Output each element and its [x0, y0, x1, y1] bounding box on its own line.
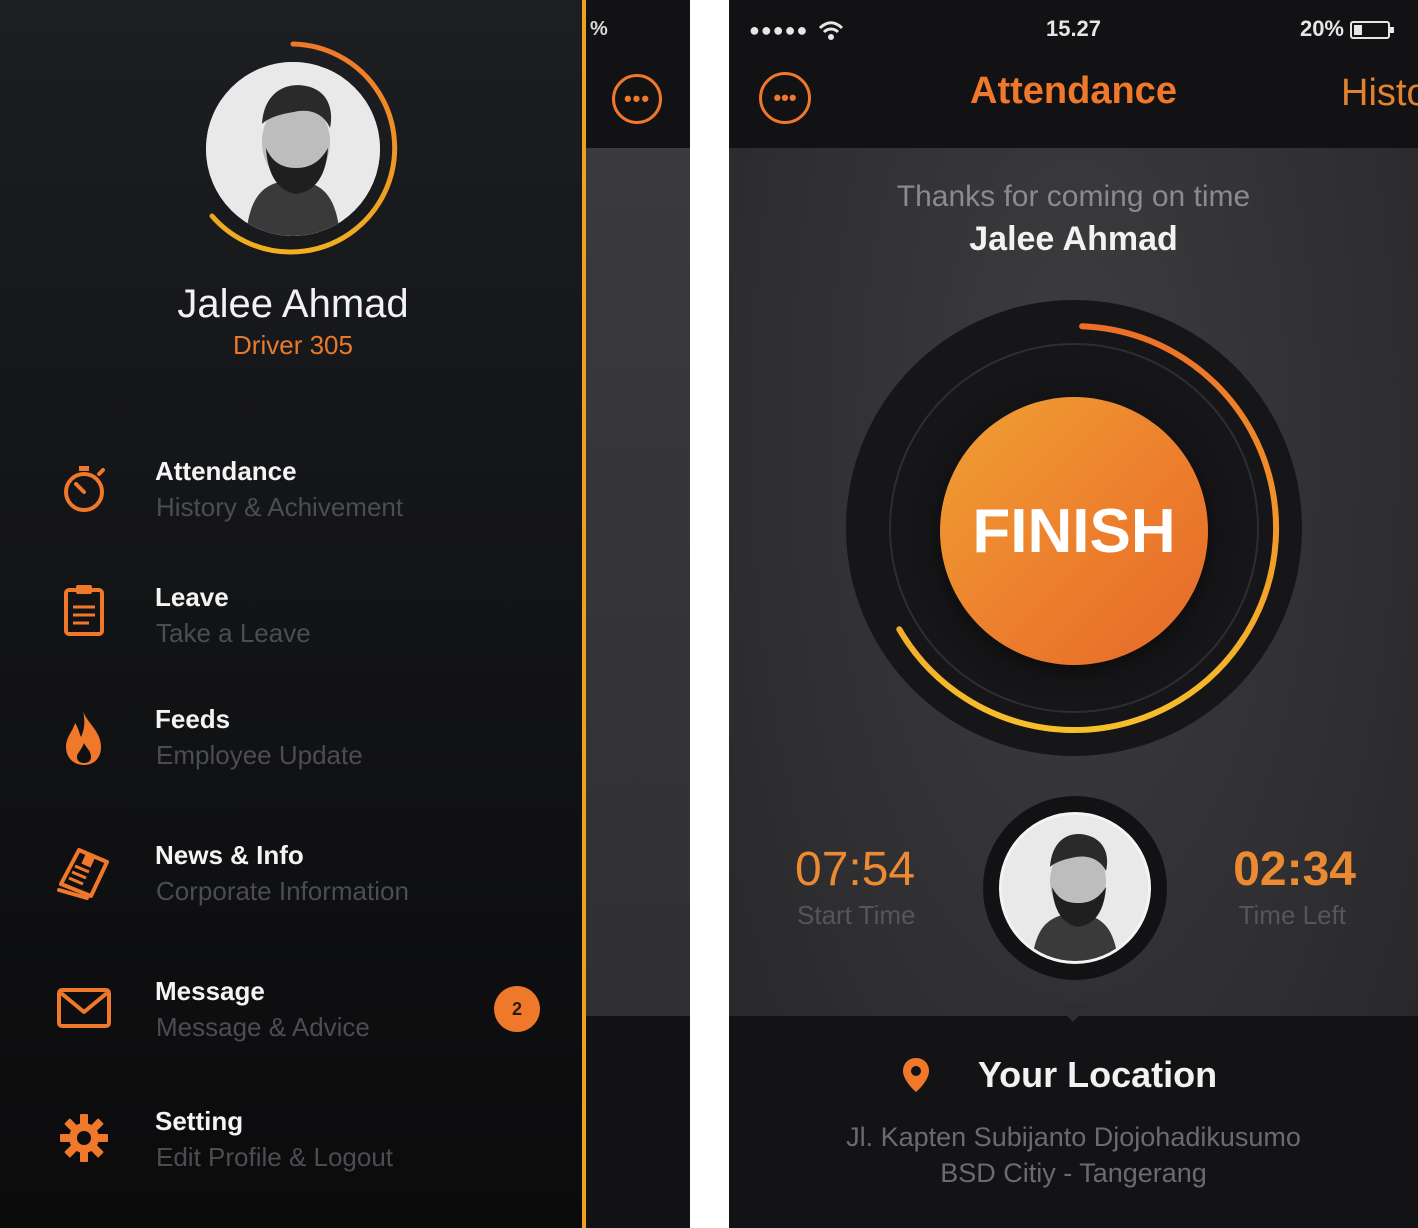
message-count-badge: 2 [494, 986, 540, 1032]
menu-title: Feeds [155, 704, 231, 734]
menu-title: Setting [155, 1106, 244, 1136]
location-address-line1: Jl. Kapten Subijanto Djojohadikusumo [846, 1122, 1301, 1152]
menu-title: Attendance [155, 456, 297, 486]
start-time-label: Start Time [797, 900, 916, 930]
location-title: Your Location [977, 1054, 1218, 1095]
menu-item-feeds[interactable]: Feeds Employee Update [0, 704, 560, 804]
behind-battery-text: % [590, 18, 608, 40]
time-left-label: Time Left [1238, 900, 1346, 930]
tab-history[interactable]: Histo [1341, 72, 1418, 115]
menu-subtitle: Take a Leave [156, 618, 311, 648]
menu-item-message[interactable]: Message Message & Advice [0, 976, 560, 1076]
battery-status: 20% [1300, 16, 1394, 42]
avatar[interactable] [999, 812, 1151, 964]
stopwatch-icon [54, 458, 114, 518]
attendance-screen: ●●●●● 15.27 20% ••• Attendance Histo Tha… [729, 0, 1418, 1228]
menu-title: News & Info [155, 840, 304, 870]
menu-subtitle: History & Achivement [156, 492, 404, 522]
behind-content [586, 148, 690, 1016]
menu-subtitle: Message & Advice [156, 1012, 370, 1042]
menu-item-attendance[interactable]: Attendance History & Achivement [0, 456, 560, 556]
greeting-name: Jalee Ahmad [969, 220, 1178, 258]
menu-item-news[interactable]: News & Info Corporate Information [0, 840, 560, 940]
location-address-line2: BSD Citiy - Tangerang [940, 1158, 1207, 1188]
flame-icon [54, 708, 114, 768]
menu-title: Message [155, 976, 265, 1006]
menu-subtitle: Edit Profile & Logout [156, 1142, 394, 1172]
time-left-value: 02:34 [1233, 843, 1356, 896]
top-bar: ●●●●● 15.27 20% ••• Attendance Histo [729, 0, 1418, 148]
side-drawer: Jalee Ahmad Driver 305 Attendance Histor… [0, 0, 586, 1228]
drawer-screen: % ••• Jalee Ahmad Driver 305 Attendance … [0, 0, 690, 1228]
avatar-photo [206, 62, 380, 236]
tab-attendance[interactable]: Attendance [729, 70, 1418, 113]
greeting-text: Thanks for coming on time [896, 180, 1251, 213]
menu-item-setting[interactable]: Setting Edit Profile & Logout [0, 1106, 560, 1206]
menu-item-leave[interactable]: Leave Take a Leave [0, 582, 560, 682]
drawer-user-role: Driver 305 [233, 330, 353, 360]
location-panel-notch [1053, 1002, 1093, 1022]
newspaper-icon [54, 842, 114, 902]
behind-more-button[interactable]: ••• [612, 74, 662, 124]
menu-subtitle: Employee Update [156, 740, 363, 770]
profile-avatar[interactable] [190, 40, 400, 256]
finish-button[interactable]: FINISH [940, 397, 1208, 665]
envelope-icon [54, 978, 114, 1038]
menu-subtitle: Corporate Information [156, 876, 409, 906]
clipboard-icon [54, 580, 114, 640]
start-time-value: 07:54 [795, 843, 916, 896]
battery-icon [1350, 21, 1394, 40]
drawer-user-name: Jalee Ahmad [177, 282, 409, 326]
drawer-edge-line [582, 0, 586, 1228]
menu-title: Leave [155, 582, 229, 612]
gear-icon [54, 1108, 114, 1168]
behind-footer [586, 1016, 690, 1228]
